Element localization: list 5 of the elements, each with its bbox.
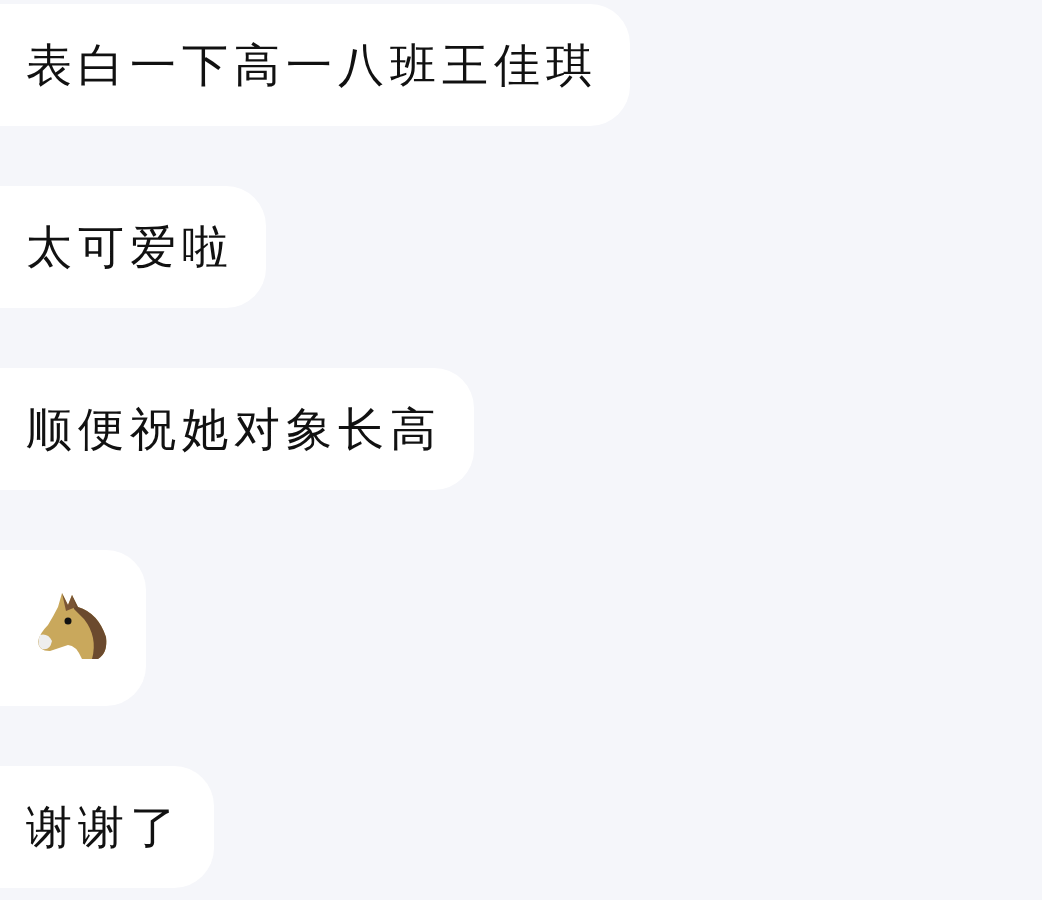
message-bubble: 表白一下高一八班王佳琪 xyxy=(0,4,630,126)
message-bubble: 谢谢了 xyxy=(0,766,214,888)
horse-head-icon xyxy=(36,592,108,662)
message-bubble: 太可爱啦 xyxy=(0,186,266,308)
message-bubble: 顺便祝她对象长高 xyxy=(0,368,474,490)
